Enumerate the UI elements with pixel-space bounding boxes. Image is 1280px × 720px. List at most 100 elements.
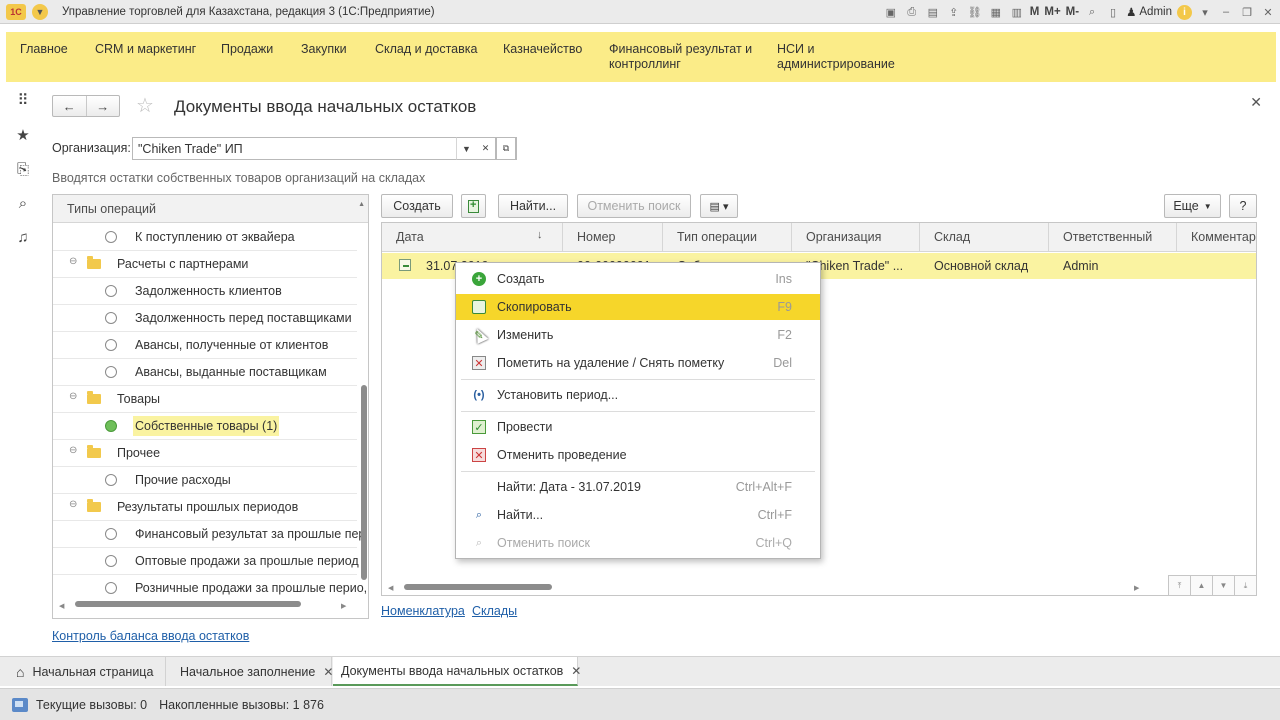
cancel-find-button[interactable]: Отменить поиск — [577, 194, 691, 218]
tree-item[interactable]: Розничные продажи за прошлые перио, — [53, 575, 367, 602]
logo-1c-icon[interactable]: 1С — [6, 3, 26, 20]
restore-icon[interactable]: ❐ — [1239, 4, 1255, 20]
tree-item[interactable]: Финансовый результат за прошлые пер — [53, 521, 365, 548]
column-number[interactable]: Номер — [577, 230, 615, 244]
menu-item-find-by-date[interactable]: Найти: Дата - 31.07.2019 Ctrl+Alt+F — [456, 474, 820, 500]
balance-control-link[interactable]: Контроль баланса ввода остатков — [52, 629, 249, 643]
warehouses-link[interactable]: Склады — [472, 604, 517, 618]
collapse-icon[interactable]: ⊖ — [69, 256, 77, 267]
tree-scroll-left-icon[interactable]: ◀ — [59, 602, 64, 610]
tree-group[interactable]: ⊖ Товары — [53, 386, 357, 413]
sort-down-icon[interactable]: ↓ — [537, 229, 543, 241]
collapse-icon[interactable]: ⊖ — [69, 445, 77, 456]
memory-minus-button[interactable]: M- — [1066, 6, 1079, 18]
upload-icon[interactable]: ⇪ — [946, 4, 962, 20]
search-icon[interactable]: ⌕ — [6, 191, 40, 215]
menu-item-post[interactable]: ✓ Провести — [456, 414, 820, 440]
favorite-star-icon[interactable]: ☆ — [136, 93, 154, 118]
menu-item-copy[interactable]: Скопировать F9 — [456, 294, 820, 344]
menu-item-create[interactable]: + Создать Ins — [456, 266, 820, 292]
back-arrow-icon[interactable]: ← — [53, 96, 87, 116]
tree-item[interactable]: Авансы, выданные поставщикам — [53, 359, 357, 386]
menu-item-set-period[interactable]: (•) Установить период... — [456, 382, 820, 408]
tree-item[interactable]: Прочие расходы — [53, 467, 357, 494]
section-warehouse[interactable]: Склад и доставка — [375, 42, 477, 57]
grid-horizontal-scrollbar[interactable] — [404, 584, 552, 590]
favorites-icon[interactable]: ★ — [6, 123, 40, 147]
column-organization[interactable]: Организация — [806, 230, 881, 244]
section-finance[interactable]: Финансовый результат и контроллинг — [609, 42, 759, 72]
org-dropdown-icon[interactable]: ▼ — [456, 137, 477, 160]
tab-home[interactable]: ⌂ Начальная страница — [0, 657, 166, 686]
first-row-icon[interactable]: ⤒ — [1168, 575, 1190, 595]
nomenclature-link[interactable]: Номенклатура — [381, 604, 465, 618]
calendar-icon[interactable]: ▥ — [1009, 4, 1025, 20]
info-icon[interactable]: i — [1177, 4, 1192, 20]
window-menu-icon[interactable]: ▾ — [1197, 4, 1213, 20]
section-purchases[interactable]: Закупки — [301, 42, 347, 57]
menu-item-cancel-search[interactable]: ⌕ Отменить поиск Ctrl+Q — [456, 530, 820, 556]
link-icon[interactable]: ⛓ — [967, 4, 983, 20]
main-menu-icon[interactable]: ▼ — [32, 3, 48, 20]
preview-icon[interactable]: ▤ — [925, 4, 941, 20]
column-date[interactable]: Дата — [396, 230, 424, 244]
collapse-icon[interactable]: ⊖ — [69, 391, 77, 402]
more-button[interactable]: Еще ▼ — [1164, 194, 1221, 218]
print-icon[interactable]: ⎙ — [904, 4, 920, 20]
notifications-icon[interactable]: ♫ — [6, 225, 40, 249]
tab-close-icon[interactable]: ✕ — [323, 665, 333, 679]
tree-group[interactable]: ⊖ Расчеты с партнерами — [53, 251, 357, 278]
column-op-type[interactable]: Тип операции — [677, 230, 757, 244]
section-admin[interactable]: НСИ и администрирование — [777, 42, 907, 72]
tree-group[interactable]: ⊖ Результаты прошлых периодов — [53, 494, 357, 521]
panels-icon[interactable]: ▯ — [1105, 4, 1121, 20]
tree-item[interactable]: Оптовые продажи за прошлые период — [53, 548, 359, 575]
zoom-icon[interactable]: ⌕ — [1084, 4, 1100, 20]
menu-item-unpost[interactable]: ✕ Отменить проведение — [456, 442, 820, 468]
find-button[interactable]: Найти... — [498, 194, 568, 218]
collapse-icon[interactable]: ⊖ — [69, 499, 77, 510]
org-clear-icon[interactable]: ✕ — [476, 137, 496, 160]
tree-group[interactable]: ⊖ Прочее — [53, 440, 357, 467]
history-icon[interactable]: ⎘ — [6, 157, 40, 181]
tab-initial-balances[interactable]: Документы ввода начальных остатков ✕ — [333, 657, 581, 686]
calculator-icon[interactable]: ▦ — [988, 4, 1004, 20]
help-button[interactable]: ? — [1229, 194, 1257, 218]
save-icon[interactable]: ▣ — [883, 4, 899, 20]
close-form-icon[interactable]: ✕ — [1250, 94, 1262, 111]
tree-scroll-up-icon[interactable]: ▲ — [358, 201, 365, 208]
close-window-icon[interactable]: ✕ — [1260, 4, 1276, 20]
menu-item-mark-delete[interactable]: ✕ Пометить на удаление / Снять пометку D… — [456, 350, 820, 376]
tree-item[interactable]: Авансы, полученные от клиентов — [53, 332, 357, 359]
tree-item[interactable]: Задолженность перед поставщиками — [53, 305, 357, 332]
org-open-icon[interactable]: ⧉ — [496, 137, 516, 160]
menu-item-find[interactable]: ⌕ Найти... Ctrl+F — [456, 502, 820, 528]
section-treasury[interactable]: Казначейство — [503, 42, 582, 57]
grid-scroll-left-icon[interactable]: ◀ — [388, 584, 393, 592]
tree-item-selected[interactable]: Собственные товары (1) — [53, 413, 357, 440]
tab-close-icon[interactable]: ✕ — [571, 664, 581, 678]
user-menu[interactable]: ♟ Admin — [1126, 5, 1172, 19]
create-copy-button[interactable] — [461, 194, 486, 218]
grid-scroll-right-icon[interactable]: ▶ — [1134, 584, 1139, 592]
menu-item-edit[interactable]: ✎ Изменить F2 — [456, 322, 820, 348]
memory-button[interactable]: M — [1030, 6, 1040, 18]
create-button[interactable]: Создать — [381, 194, 453, 218]
column-warehouse[interactable]: Склад — [934, 230, 970, 244]
apps-grid-icon[interactable]: ⠿ — [6, 88, 40, 112]
memory-plus-button[interactable]: M+ — [1044, 6, 1060, 18]
tree-vertical-scrollbar[interactable] — [361, 385, 367, 580]
forward-arrow-icon[interactable]: → — [87, 96, 120, 116]
column-responsible[interactable]: Ответственный — [1063, 230, 1152, 244]
column-comment[interactable]: Комментари — [1191, 230, 1256, 244]
section-sales[interactable]: Продажи — [221, 42, 273, 57]
prev-page-icon[interactable]: ▲ — [1190, 575, 1212, 595]
section-crm[interactable]: CRM и маркетинг — [95, 42, 196, 57]
next-page-icon[interactable]: ▼ — [1212, 575, 1234, 595]
tab-initial-fill[interactable]: Начальное заполнение ✕ — [166, 657, 333, 686]
report-menu-button[interactable]: ▤ ▾ — [700, 194, 738, 218]
last-row-icon[interactable]: ⤓ — [1234, 575, 1256, 595]
calls-monitor-icon[interactable] — [12, 697, 28, 712]
tree-scroll-right-icon[interactable]: ▶ — [341, 602, 346, 610]
tree-horizontal-scrollbar[interactable] — [75, 601, 301, 607]
